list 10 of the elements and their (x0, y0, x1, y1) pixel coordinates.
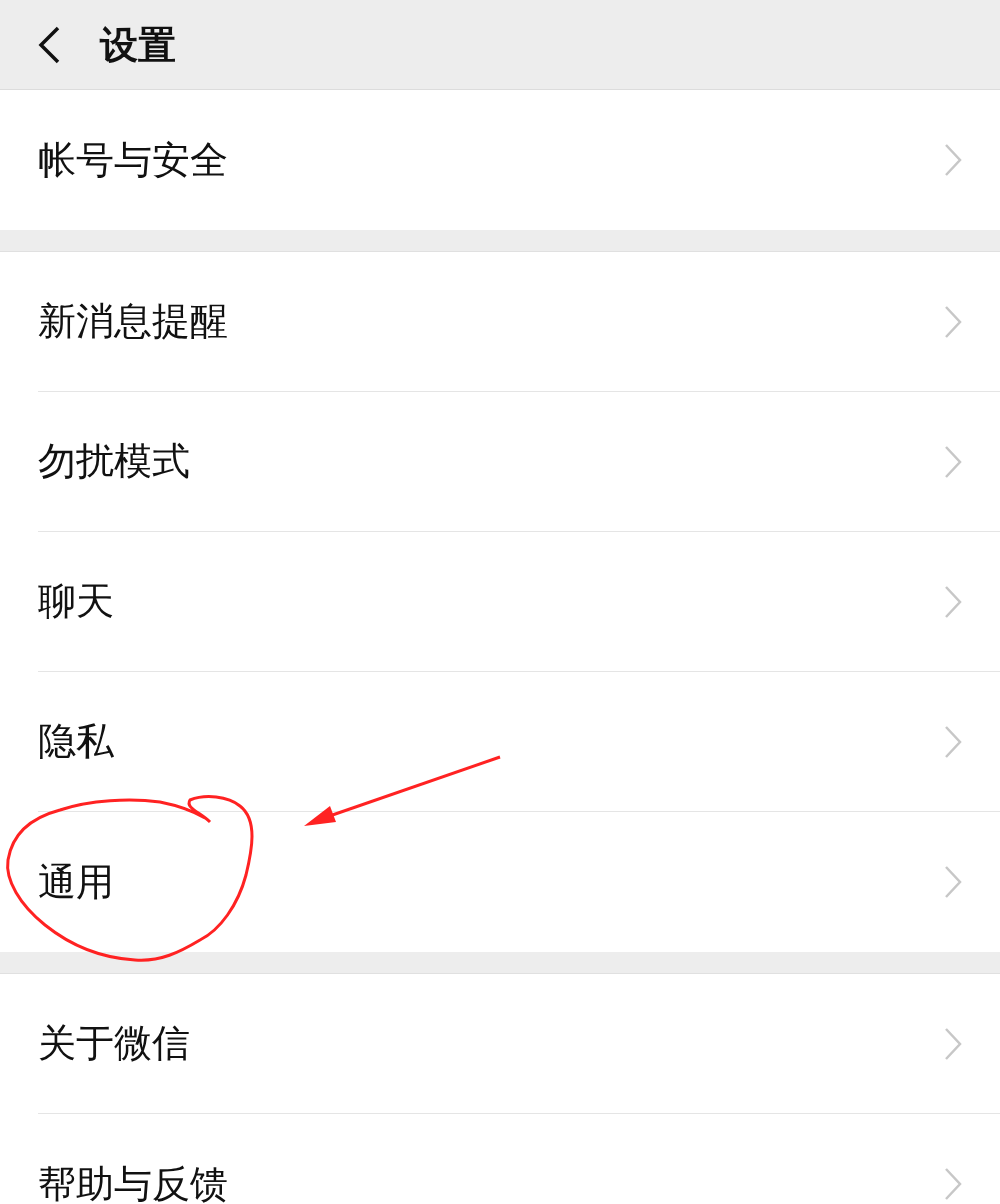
chevron-right-icon (944, 1167, 962, 1201)
chevron-right-icon (944, 444, 962, 479)
chevron-right-icon (944, 865, 962, 899)
chevron-right-icon (944, 1026, 962, 1061)
chevron-right-icon (944, 584, 962, 619)
back-icon[interactable] (36, 24, 62, 65)
page-title: 设置 (100, 25, 176, 64)
chevron-right-icon (944, 143, 962, 177)
chevron-right-icon (944, 304, 962, 339)
chevron-right-icon (944, 724, 962, 759)
